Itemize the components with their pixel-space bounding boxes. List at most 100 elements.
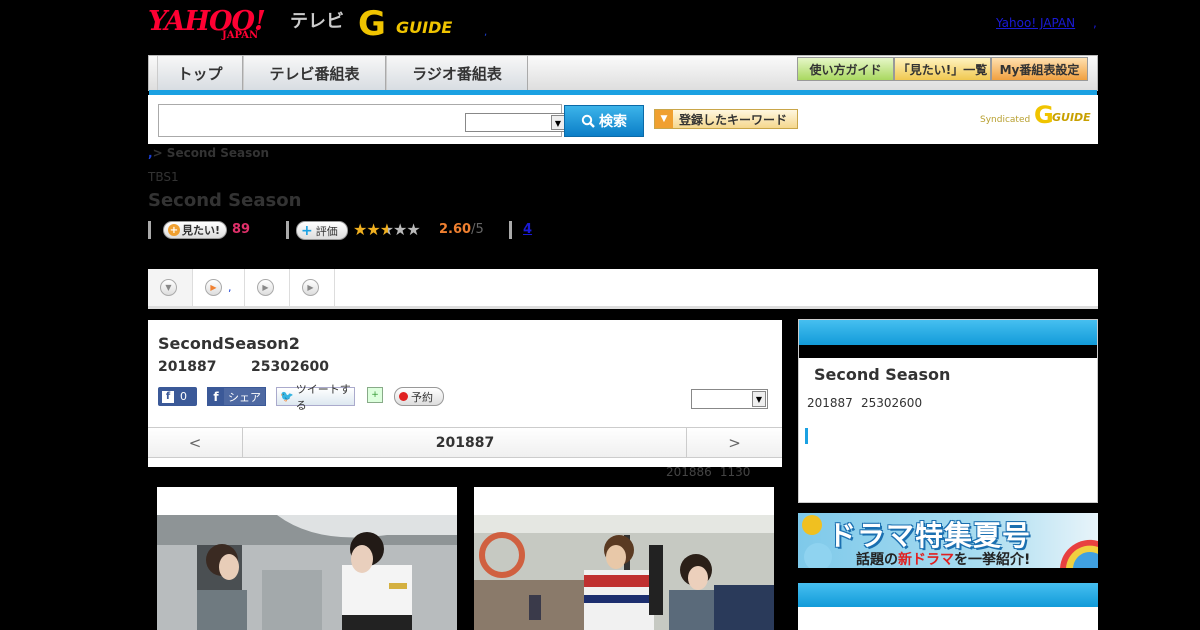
tab-third[interactable]: ▶ bbox=[245, 269, 290, 306]
search-bar: ▼ 検索 ▼ 登録したキーワード Syndicated G GUIDE bbox=[148, 95, 1098, 144]
gguide-text: GUIDE bbox=[396, 18, 453, 37]
search-category-select[interactable]: ▼ bbox=[465, 113, 567, 132]
episode-photo bbox=[474, 515, 774, 630]
header-separator: , bbox=[484, 27, 488, 38]
side-accent-bar bbox=[805, 428, 808, 444]
facebook-like-count: 0 bbox=[180, 390, 187, 403]
mitai-list-button[interactable]: 「見たい!」一覧 bbox=[894, 57, 991, 81]
search-button[interactable]: 検索 bbox=[564, 105, 644, 137]
side-program-title: Second Season bbox=[814, 365, 951, 384]
reserve-label: 予約 bbox=[411, 390, 433, 404]
syndicated-guide-text: GUIDE bbox=[1052, 111, 1091, 124]
star-full-icon: ★ bbox=[366, 220, 380, 239]
divider bbox=[148, 221, 151, 239]
episode-time: 25302600 bbox=[251, 359, 329, 375]
registered-keyword-button[interactable]: ▼ 登録したキーワード bbox=[654, 109, 798, 129]
header-link-separator: , bbox=[1093, 16, 1097, 30]
gguide-logo[interactable]: G GUIDE bbox=[358, 4, 458, 44]
side-panel-2-header bbox=[798, 583, 1098, 607]
registered-keyword-label: 登録したキーワード bbox=[679, 112, 788, 127]
usage-guide-button[interactable]: 使い方ガイド bbox=[797, 57, 894, 81]
tab-top[interactable]: トップ bbox=[157, 56, 243, 90]
facebook-share-button[interactable]: f シェア bbox=[207, 387, 266, 406]
tweet-button[interactable]: 🐦 ツイートする bbox=[276, 383, 355, 412]
play-arrow-icon: ▶ bbox=[302, 279, 319, 296]
side-program-panel: Second Season 201887 25302600 bbox=[798, 319, 1098, 503]
search-input[interactable]: ▼ bbox=[158, 104, 567, 137]
tab-tv-schedule[interactable]: テレビ番組表 bbox=[243, 56, 386, 90]
tab-fourth[interactable]: ▶ bbox=[290, 269, 335, 306]
mitai-button[interactable]: + 見たい! bbox=[163, 221, 227, 239]
star-rating: ★★★★★ bbox=[353, 220, 421, 239]
star-full-icon: ★ bbox=[353, 220, 367, 239]
divider bbox=[286, 221, 289, 239]
pager-prev-button[interactable]: < bbox=[148, 428, 243, 457]
side-panel-2 bbox=[798, 583, 1098, 630]
facebook-icon: f bbox=[208, 388, 224, 405]
tab-radio-schedule[interactable]: ラジオ番組表 bbox=[386, 56, 528, 90]
reserve-button[interactable]: 予約 bbox=[394, 387, 444, 406]
syndicated-label: Syndicated bbox=[980, 115, 1031, 125]
drama-special-banner[interactable]: ドラマ特集夏号 話題の新ドラマを一挙紹介! bbox=[798, 513, 1098, 568]
rating-denominator: /5 bbox=[471, 222, 484, 237]
banner-subtitle-highlight: 新ドラマ bbox=[898, 552, 954, 568]
review-count-link[interactable]: 4 bbox=[523, 222, 532, 237]
syndicated-g-letter: G bbox=[1034, 101, 1054, 129]
air-info-time: 1130 bbox=[719, 465, 751, 479]
facebook-icon: f bbox=[162, 390, 174, 403]
tab-episodes[interactable]: ▶ , bbox=[193, 269, 245, 306]
facebook-like-button[interactable]: f 0 bbox=[158, 387, 197, 406]
episode-photo bbox=[157, 515, 457, 630]
air-info: 201886 1130 bbox=[666, 465, 750, 479]
rating-row: + 見たい! 89 + 評価 ★★★★★ 2.60/5 4 bbox=[148, 220, 548, 242]
search-icon bbox=[581, 114, 595, 128]
yahoo-japan-logo[interactable]: YAHOO! JAPAN bbox=[148, 6, 288, 42]
tab-expand[interactable]: ▼ bbox=[148, 269, 193, 306]
add-program-icon[interactable]: + bbox=[367, 387, 383, 403]
episode-tab-strip: ▼ ▶ , ▶ ▶ bbox=[148, 269, 1098, 309]
main-nav: トップ テレビ番組表 ラジオ番組表 使い方ガイド 「見たい!」一覧 My番組表設… bbox=[148, 55, 1098, 95]
banner-subtitle-part2: を一挙紹介! bbox=[954, 552, 1031, 568]
breadcrumb-current: > Second Season bbox=[152, 146, 270, 160]
episode-select[interactable]: ▼ bbox=[691, 389, 768, 409]
dropdown-triangle-icon: ▼ bbox=[655, 110, 673, 128]
syndicated-gguide-logo: Syndicated G GUIDE bbox=[978, 101, 1094, 133]
pager-current-date: 201887 bbox=[435, 434, 495, 451]
side-program-time: 25302600 bbox=[861, 396, 923, 410]
tweet-label: ツイートする bbox=[295, 382, 351, 412]
star-empty-icon: ★ bbox=[406, 220, 420, 239]
gguide-letter: G bbox=[358, 4, 386, 44]
plus-icon: + bbox=[168, 224, 180, 236]
episode-panel: SecondSeason2 201887 25302600 f 0 f シェア … bbox=[148, 320, 782, 467]
chevron-down-icon: ▼ bbox=[752, 391, 766, 407]
side-panel-band bbox=[799, 345, 1097, 358]
play-arrow-icon: ▶ bbox=[205, 279, 222, 296]
page-title: Second Season bbox=[148, 190, 302, 211]
rating-score: 2.60/5 bbox=[439, 222, 484, 237]
plus-icon: + bbox=[301, 222, 313, 239]
pager-next-button[interactable]: > bbox=[686, 428, 782, 457]
episode-date: 201887 bbox=[158, 359, 217, 375]
breadcrumb: ,> Second Season bbox=[148, 146, 269, 160]
star-empty-icon: ★ bbox=[393, 220, 407, 239]
yahoo-logo-sub: JAPAN bbox=[222, 30, 259, 41]
rating-value: 2.60 bbox=[439, 222, 472, 237]
air-info-date: 201886 bbox=[666, 465, 712, 479]
mitai-label: 見たい! bbox=[182, 224, 221, 237]
rate-button[interactable]: + 評価 bbox=[296, 221, 348, 240]
banner-headline: ドラマ特集夏号 bbox=[828, 519, 1032, 552]
record-dot-icon bbox=[399, 392, 408, 401]
station-name: TBS1 bbox=[148, 170, 179, 184]
chevron-down-icon: ▼ bbox=[551, 115, 565, 130]
episode-thumbnail[interactable] bbox=[157, 487, 457, 630]
share-label: シェア bbox=[228, 390, 261, 404]
twitter-bird-icon: 🐦 bbox=[280, 390, 294, 403]
play-arrow-icon: ▶ bbox=[257, 279, 274, 296]
yahoo-japan-link[interactable]: Yahoo! JAPAN bbox=[996, 16, 1075, 30]
episode-thumbnail[interactable] bbox=[474, 487, 774, 630]
mitai-count: 89 bbox=[232, 222, 251, 237]
my-schedule-settings-button[interactable]: My番組表設定 bbox=[991, 57, 1088, 81]
rate-label: 評価 bbox=[315, 224, 338, 238]
side-program-date: 201887 bbox=[807, 396, 853, 410]
star-partial-icon: ★ bbox=[379, 220, 394, 239]
